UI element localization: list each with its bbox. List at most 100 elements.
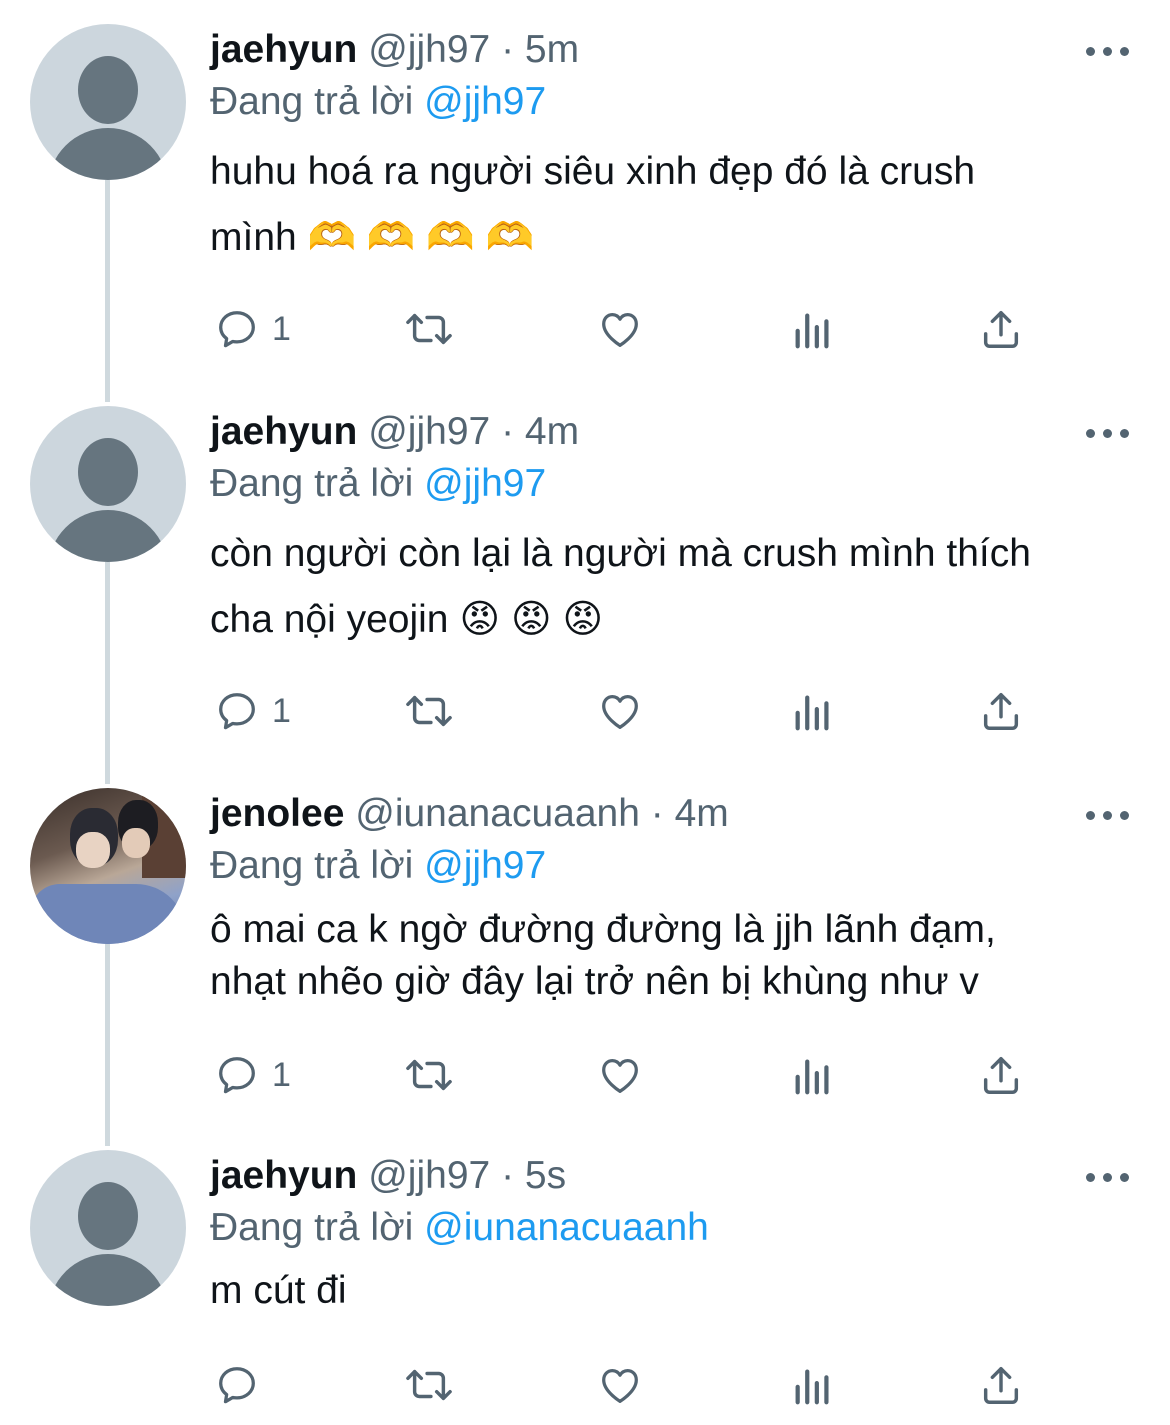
share-icon	[983, 1366, 1019, 1404]
replying-mention[interactable]: @iunanacuaanh	[424, 1206, 709, 1249]
like-button[interactable]	[596, 686, 644, 736]
tweet[interactable]: jaehyun @jjh97 · 4m Đang trả lời @jjh97 …	[0, 382, 1170, 782]
tweet-header: jaehyun @jjh97 · 5m	[210, 26, 579, 74]
separator: ·	[650, 792, 664, 835]
replying-prefix: Đang trả lời	[210, 844, 414, 887]
retweet-button[interactable]	[400, 1050, 458, 1100]
timestamp[interactable]: 5m	[525, 28, 579, 71]
reply-count: 1	[272, 1055, 291, 1094]
reply-button[interactable]: 1	[214, 1050, 291, 1100]
replying-mention[interactable]: @jjh97	[424, 80, 546, 123]
replying-to: Đang trả lời @jjh97	[210, 78, 546, 126]
share-button[interactable]	[978, 1360, 1024, 1410]
more-icon[interactable]	[1086, 44, 1130, 58]
user-handle[interactable]: @jjh97	[368, 1154, 490, 1197]
timestamp[interactable]: 4m	[675, 792, 729, 835]
analytics-button[interactable]	[790, 1050, 836, 1100]
tweet-text-line: huhu hoá ra người siêu xinh đẹp đó là cr…	[210, 150, 976, 193]
heart-icon	[602, 694, 638, 729]
tweet-text-line: ô mai ca k ngờ đường đường là jjh lãnh đ…	[210, 908, 996, 951]
display-name[interactable]: jaehyun	[210, 1154, 357, 1197]
replying-to: Đang trả lời @iunanacuaanh	[210, 1204, 709, 1252]
display-name[interactable]: jaehyun	[210, 410, 357, 453]
analytics-icon	[795, 695, 829, 731]
heart-icon	[602, 312, 638, 347]
reply-icon	[219, 693, 255, 730]
replying-mention[interactable]: @jjh97	[424, 462, 546, 505]
replying-to: Đang trả lời @jjh97	[210, 460, 546, 508]
retweet-icon	[406, 1369, 452, 1401]
separator: ·	[501, 28, 515, 71]
action-bar	[210, 1360, 1110, 1410]
reply-button[interactable]	[214, 1360, 272, 1410]
like-button[interactable]	[596, 1360, 644, 1410]
display-name[interactable]: jenolee	[210, 792, 344, 835]
replying-mention[interactable]: @jjh97	[424, 844, 546, 887]
display-name[interactable]: jaehyun	[210, 28, 357, 71]
tweet-text-line: nhạt nhẽo giờ đây lại trở nên bị khùng n…	[210, 960, 979, 1003]
action-bar: 1	[210, 1050, 1110, 1100]
heart-icon	[602, 1058, 638, 1093]
like-button[interactable]	[596, 1050, 644, 1100]
tweet-text-line: còn người còn lại là người mà crush mình…	[210, 532, 1031, 575]
tweet-header: jaehyun @jjh97 · 4m	[210, 408, 579, 456]
more-icon[interactable]	[1086, 808, 1130, 822]
action-bar: 1	[210, 304, 1110, 354]
retweet-icon	[406, 695, 452, 727]
retweet-icon	[406, 313, 452, 345]
separator: ·	[501, 1154, 515, 1197]
replying-prefix: Đang trả lời	[210, 462, 414, 505]
retweet-button[interactable]	[400, 304, 458, 354]
separator: ·	[501, 410, 515, 453]
share-icon	[983, 310, 1019, 348]
reply-button[interactable]: 1	[214, 686, 291, 736]
reply-count: 1	[272, 309, 291, 348]
reply-icon	[219, 1367, 255, 1404]
analytics-button[interactable]	[790, 1360, 836, 1410]
share-icon	[983, 1056, 1019, 1094]
retweet-icon	[406, 1059, 452, 1091]
tweet-header: jenolee @iunanacuaanh · 4m	[210, 790, 729, 838]
retweet-button[interactable]	[400, 686, 458, 736]
timestamp[interactable]: 5s	[525, 1154, 566, 1197]
reply-count: 1	[272, 691, 291, 730]
avatar[interactable]	[30, 788, 186, 944]
reply-icon	[219, 311, 255, 348]
analytics-button[interactable]	[790, 686, 836, 736]
retweet-button[interactable]	[400, 1360, 458, 1410]
tweet[interactable]: jaehyun @jjh97 · 5m Đang trả lời @jjh97 …	[0, 0, 1170, 400]
analytics-button[interactable]	[790, 304, 836, 354]
analytics-icon	[795, 1369, 829, 1405]
user-handle[interactable]: @jjh97	[368, 410, 490, 453]
timestamp[interactable]: 4m	[525, 410, 579, 453]
user-handle[interactable]: @jjh97	[368, 28, 490, 71]
share-icon	[983, 692, 1019, 730]
analytics-icon	[795, 313, 829, 349]
avatar[interactable]	[30, 24, 186, 180]
replying-prefix: Đang trả lời	[210, 80, 414, 123]
heart-icon	[602, 1368, 638, 1403]
avatar[interactable]	[30, 1150, 186, 1306]
tweet-text: huhu hoá ra người siêu xinh đẹp đó là cr…	[210, 139, 1140, 271]
tweet[interactable]: jaehyun @jjh97 · 5s Đang trả lời @iunana…	[0, 1126, 1170, 1425]
user-handle[interactable]: @iunanacuaanh	[355, 792, 640, 835]
replying-to: Đang trả lời @jjh97	[210, 842, 546, 890]
like-button[interactable]	[596, 304, 644, 354]
tweet-text-line: mình 🫶 🫶 🫶 🫶	[210, 216, 535, 259]
share-button[interactable]	[978, 1050, 1024, 1100]
reply-button[interactable]: 1	[214, 304, 291, 354]
share-button[interactable]	[978, 686, 1024, 736]
analytics-icon	[795, 1059, 829, 1095]
action-bar: 1	[210, 686, 1110, 736]
tweet[interactable]: jenolee @iunanacuaanh · 4m Đang trả lời …	[0, 764, 1170, 1144]
tweet-header: jaehyun @jjh97 · 5s	[210, 1152, 566, 1200]
share-button[interactable]	[978, 304, 1024, 354]
reply-icon	[219, 1057, 255, 1094]
tweet-text: còn người còn lại là người mà crush mình…	[210, 521, 1140, 653]
replying-prefix: Đang trả lời	[210, 1206, 414, 1249]
avatar[interactable]	[30, 406, 186, 562]
tweet-text-line: cha nội yeojin 😡 😡 😡	[210, 598, 603, 641]
tweet-text: m cút đi	[210, 1265, 1140, 1317]
more-icon[interactable]	[1086, 1170, 1130, 1184]
more-icon[interactable]	[1086, 426, 1130, 440]
